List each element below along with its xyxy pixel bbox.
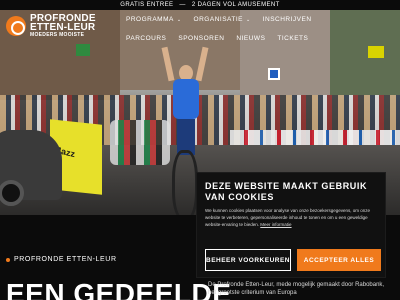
nav-item-sponsoren[interactable]: SPONSOREN [178, 35, 224, 42]
nav-item-organisatie[interactable]: ORGANISATIE ⌄ [194, 16, 251, 23]
wheel-logo-icon [6, 16, 26, 36]
section-eyebrow-text: PROFRONDE ETTEN-LEUR [14, 256, 117, 263]
more-info-link[interactable]: Meer informatie [260, 222, 291, 227]
promo-text-left: GRATIS ENTREE [120, 2, 174, 8]
nav-item-tickets[interactable]: TICKETS [277, 35, 308, 42]
accept-all-button[interactable]: ACCEPTEER ALLES [297, 249, 381, 271]
logo-line-2: ETTEN-LEUR [30, 22, 96, 33]
section-body: De Profronde Etten-Leur, mede mogelijk g… [208, 282, 385, 296]
promo-separator: — [179, 2, 186, 8]
chevron-down-icon: ⌄ [176, 17, 182, 23]
yellow-banner-text: Jazz [55, 144, 76, 160]
cookie-title: DEZE WEBSITE MAAKT GEBRUIK VAN COOKIES [205, 181, 368, 202]
cookie-text: We kunnen cookies plaatsen voor analyse … [205, 207, 377, 228]
cyclist-jersey [173, 79, 199, 119]
promo-text-right: 2 DAGEN VOL AMUSEMENT [191, 2, 280, 8]
flag [76, 44, 90, 56]
chevron-down-icon: ⌄ [246, 17, 251, 23]
manage-preferences-button[interactable]: BEHEER VOORKEUREN [205, 249, 291, 271]
promo-bar: GRATIS ENTREE — 2 DAGEN VOL AMUSEMENT [0, 0, 400, 10]
cookie-banner: DEZE WEBSITE MAAKT GEBRUIK VAN COOKIES W… [196, 172, 386, 278]
peloton [110, 120, 170, 165]
orange-dot-icon [6, 257, 10, 262]
logo-wordmark: PROFRONDE ETTEN-LEUR MOEDERS MOOISTE [30, 14, 96, 39]
section-eyebrow: PROFRONDE ETTEN-LEUR [6, 256, 117, 263]
team-car [0, 130, 62, 206]
section-title: EEN GEDEELDE [6, 278, 232, 300]
cookie-actions: BEHEER VOORKEUREN ACCEPTEER ALLES [205, 249, 381, 271]
nav-item-nieuws[interactable]: NIEUWS [236, 35, 265, 42]
main-nav: PROGRAMMA ⌄ ORGANISATIE ⌄ INSCHRIJVEN PARC… [126, 16, 346, 42]
nav-item-label: PROGRAMMA [126, 16, 174, 23]
page: GRATIS ENTREE — 2 DAGEN VOL AMUSEMENT Ja… [0, 0, 400, 300]
bicycle-wheel [172, 150, 198, 215]
traffic-sign [268, 68, 280, 80]
site-logo[interactable]: PROFRONDE ETTEN-LEUR MOEDERS MOOISTE [6, 14, 96, 38]
nav-item-inschrijven[interactable]: INSCHRIJVEN [263, 16, 312, 23]
flag [368, 46, 384, 58]
nav-item-label: ORGANISATIE [193, 16, 243, 23]
nav-item-parcours[interactable]: PARCOURS [126, 35, 166, 42]
winning-cyclist [161, 46, 209, 155]
nav-item-programma[interactable]: PROGRAMMA ⌄ [126, 16, 182, 23]
